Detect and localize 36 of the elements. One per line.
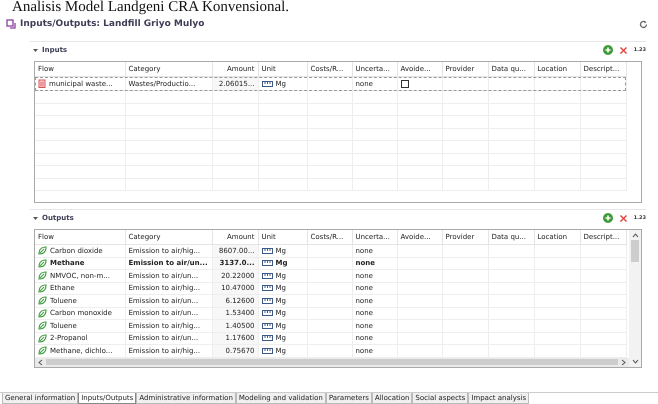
ruler-icon — [262, 298, 272, 304]
leaf-icon — [38, 334, 47, 343]
ruler-icon — [262, 272, 272, 279]
leaf-icon — [38, 308, 47, 318]
leaf-icon — [38, 246, 47, 256]
scrollbar-thumb[interactable] — [631, 240, 639, 262]
leaf-icon — [38, 271, 47, 280]
refresh-icon[interactable] — [639, 20, 648, 28]
process-icon — [6, 19, 16, 29]
leaf-icon — [38, 321, 47, 330]
leaf-icon — [38, 296, 47, 306]
avoided-checkbox[interactable] — [400, 80, 408, 88]
editor-title: Inputs/Outputs: Landfill Griyo Mulyo — [20, 19, 204, 29]
document-heading: Analisis Model Landgeni CRA Konvensional. — [11, 0, 290, 15]
close-icon[interactable] — [618, 214, 628, 222]
ruler-icon — [262, 80, 272, 86]
close-icon[interactable] — [618, 46, 628, 54]
ruler-icon — [262, 248, 272, 254]
leaf-icon — [38, 258, 47, 268]
vertical-scrollbar[interactable] — [629, 230, 641, 366]
scrollbar-thumb[interactable] — [46, 359, 618, 365]
ruler-icon — [262, 260, 272, 266]
ruler-icon — [262, 348, 272, 354]
scroll-left-icon[interactable] — [38, 358, 43, 366]
scroll-right-icon[interactable] — [621, 358, 626, 366]
leaf-icon — [38, 284, 47, 293]
ruler-icon — [262, 335, 272, 342]
ruler-icon — [262, 322, 272, 329]
scroll-down-icon[interactable] — [632, 358, 638, 364]
ruler-icon — [262, 285, 272, 292]
leaf-icon — [38, 346, 47, 356]
scroll-up-icon[interactable] — [632, 233, 638, 238]
add-icon[interactable] — [602, 213, 613, 223]
ruler-icon — [262, 310, 272, 316]
add-icon[interactable] — [602, 45, 613, 55]
waste-bin-icon — [38, 79, 46, 88]
